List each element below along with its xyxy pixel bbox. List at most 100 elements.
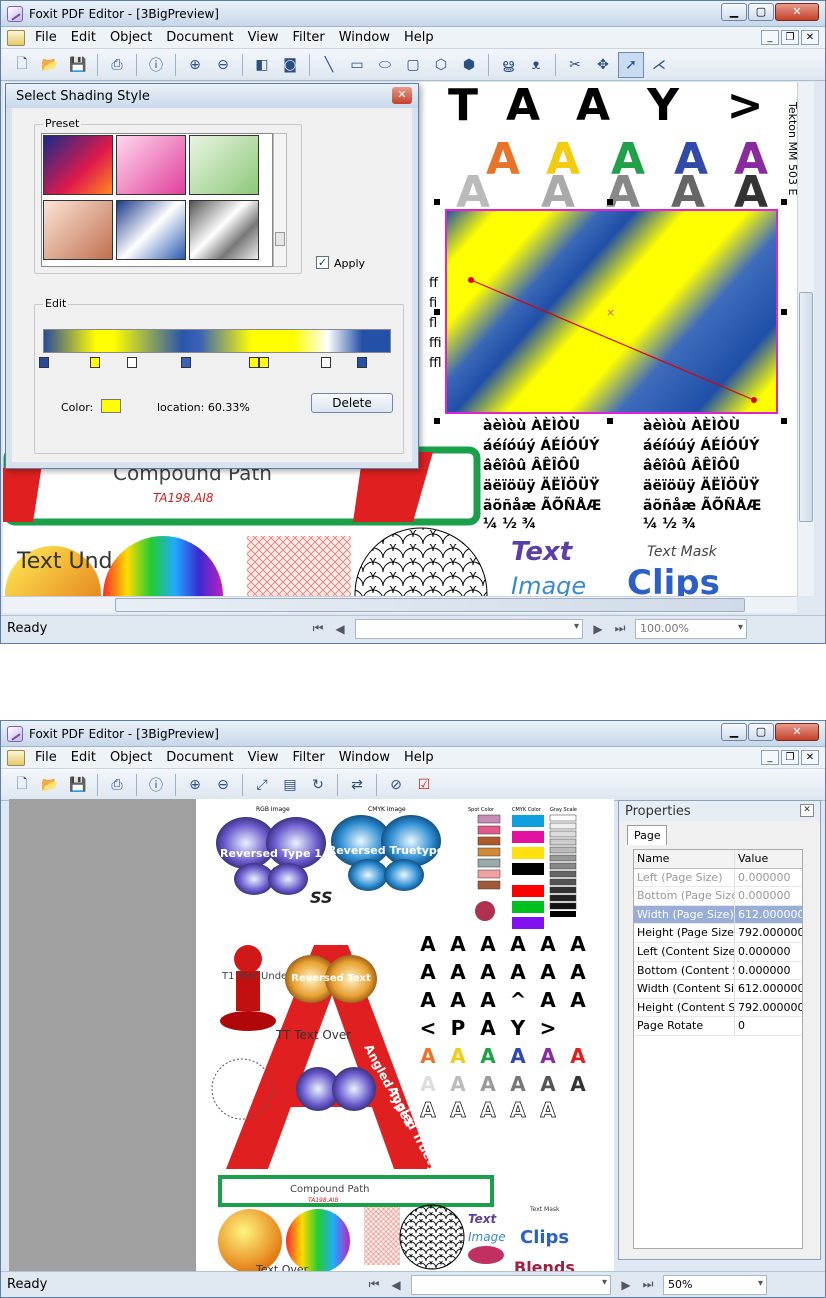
menu-window[interactable]: Window [335, 30, 400, 45]
table-row[interactable]: Bottom (Page Size) 0.000000 [634, 887, 802, 906]
print-icon[interactable]: ⎙ [104, 52, 130, 78]
gradient-stop[interactable] [321, 357, 331, 368]
menu-view[interactable]: View [244, 30, 289, 45]
move-icon[interactable]: ✥ [590, 52, 616, 78]
column-value-header[interactable]: Value [735, 850, 802, 868]
spiral-tool-icon[interactable]: ൠ [495, 52, 521, 78]
preset-scrollbar[interactable] [273, 133, 287, 267]
close-button[interactable]: ✕ [775, 3, 819, 21]
refresh-icon[interactable]: ⇄ [344, 772, 370, 798]
table-row[interactable]: Bottom (Content Size)0.000000 [634, 961, 802, 981]
gradient-icon[interactable]: ◧ [249, 52, 275, 78]
doc-minimize-button[interactable]: _ [761, 30, 779, 45]
maximize-button[interactable]: ▢ [748, 3, 774, 21]
menu-filter[interactable]: Filter [289, 30, 335, 45]
new-file-icon[interactable]: 🗋 [9, 772, 35, 798]
delete-button[interactable]: Delete [311, 393, 393, 413]
doc-close-button[interactable]: ✕ [801, 30, 819, 45]
first-page-icon[interactable]: ⏮ [363, 1275, 385, 1295]
info-icon[interactable]: ⓘ [143, 772, 169, 798]
horizontal-scrollbar[interactable] [3, 596, 797, 613]
menu-filter[interactable]: Filter [289, 750, 335, 765]
preset-swatch[interactable] [116, 200, 186, 260]
curve-tool-icon[interactable]: ᴥ [523, 52, 549, 78]
gradient-stop[interactable] [127, 357, 137, 368]
gradient-stop[interactable] [357, 357, 367, 368]
doc-minimize-button[interactable]: _ [761, 750, 779, 765]
page-icon[interactable]: ▤ [277, 772, 303, 798]
tab-page[interactable]: Page [627, 825, 667, 845]
zoom-in-icon[interactable]: ⊕ [182, 52, 208, 78]
prev-page-icon[interactable]: ◀ [329, 619, 351, 639]
gradient-stop[interactable] [181, 357, 191, 368]
next-page-icon[interactable]: ▶ [587, 619, 609, 639]
table-row[interactable]: Page Rotate 0 [634, 1017, 802, 1036]
preset-swatch[interactable] [189, 200, 259, 260]
zoom-out-icon[interactable]: ⊖ [210, 772, 236, 798]
table-row[interactable]: Height (Content Size)792.000000 [634, 998, 802, 1018]
polygon-tool-icon[interactable]: ⬡ [428, 52, 454, 78]
menu-object[interactable]: Object [106, 30, 162, 45]
new-file-icon[interactable]: 🗋 [9, 52, 35, 78]
color-swatch[interactable] [101, 399, 121, 413]
line-tool-icon[interactable]: ╲ [316, 52, 342, 78]
column-name-header[interactable]: Name [634, 850, 735, 868]
last-page-icon[interactable]: ⏭ [609, 619, 631, 639]
frame-icon[interactable]: ◙ [277, 52, 303, 78]
node-edit-icon[interactable]: ⋌ [646, 52, 672, 78]
print-icon[interactable]: ⎙ [104, 772, 130, 798]
menu-edit[interactable]: Edit [67, 30, 106, 45]
menu-document[interactable]: Document [162, 750, 243, 765]
horizontal-scroll-thumb[interactable] [115, 598, 745, 612]
table-row[interactable]: Left (Page Size) 0.000000 [634, 868, 802, 888]
page-number-box[interactable] [411, 1274, 611, 1295]
maximize-button[interactable]: ▢ [748, 723, 774, 741]
rounded-rect-tool-icon[interactable]: ▢ [400, 52, 426, 78]
last-page-icon[interactable]: ⏭ [637, 1275, 659, 1295]
next-page-icon[interactable]: ▶ [615, 1275, 637, 1295]
preset-swatch[interactable] [43, 200, 113, 260]
save-icon[interactable]: 💾 [65, 52, 91, 78]
doc-restore-button[interactable]: ❐ [781, 30, 799, 45]
ellipse-tool-icon[interactable]: ⬭ [372, 52, 398, 78]
vertical-scroll-thumb[interactable] [799, 292, 813, 522]
dialog-close-button[interactable]: ✕ [392, 87, 412, 104]
zoom-box[interactable]: 50% [663, 1274, 767, 1295]
apply-checkbox[interactable]: ✓ [316, 256, 329, 269]
scissors-icon[interactable]: ✂ [562, 52, 588, 78]
first-page-icon[interactable]: ⏮ [307, 619, 329, 639]
menu-file[interactable]: File [31, 750, 67, 765]
zoom-out-icon[interactable]: ⊖ [210, 52, 236, 78]
menu-file[interactable]: File [31, 30, 67, 45]
properties-close-button[interactable]: ✕ [800, 804, 814, 817]
open-folder-icon[interactable]: 📂 [37, 52, 63, 78]
menu-window[interactable]: Window [335, 750, 400, 765]
minimize-button[interactable]: ▁ [721, 3, 747, 21]
rectangle-tool-icon[interactable]: ▭ [344, 52, 370, 78]
page-number-box[interactable] [355, 618, 583, 639]
gradient-stop[interactable] [39, 357, 49, 368]
menu-help[interactable]: Help [400, 750, 444, 765]
gradient-stop[interactable] [90, 357, 100, 368]
rotate-icon[interactable]: ↻ [305, 772, 331, 798]
menu-help[interactable]: Help [400, 30, 444, 45]
menu-edit[interactable]: Edit [67, 750, 106, 765]
menu-document[interactable]: Document [162, 30, 243, 45]
close-button[interactable]: ✕ [775, 723, 819, 741]
zoom-in-icon[interactable]: ⊕ [182, 772, 208, 798]
open-folder-icon[interactable]: 📂 [37, 772, 63, 798]
gradient-editor-bar[interactable] [43, 329, 391, 353]
table-row[interactable]: Left (Content Size) 0.000000 [634, 942, 802, 962]
preset-swatch[interactable] [43, 135, 113, 195]
menu-object[interactable]: Object [106, 750, 162, 765]
stop-icon[interactable]: ⊘ [383, 772, 409, 798]
fit-page-icon[interactable]: ⤢ [249, 772, 275, 798]
preset-swatch[interactable] [189, 135, 259, 195]
prev-page-icon[interactable]: ◀ [385, 1275, 407, 1295]
doc-close-button[interactable]: ✕ [801, 750, 819, 765]
gradient-stop[interactable] [259, 357, 269, 368]
filled-shape-tool-icon[interactable]: ⬢ [456, 52, 482, 78]
info-icon[interactable]: ⓘ [143, 52, 169, 78]
check-icon[interactable]: ☑ [411, 772, 437, 798]
gradient-stop-selected[interactable] [249, 357, 259, 368]
